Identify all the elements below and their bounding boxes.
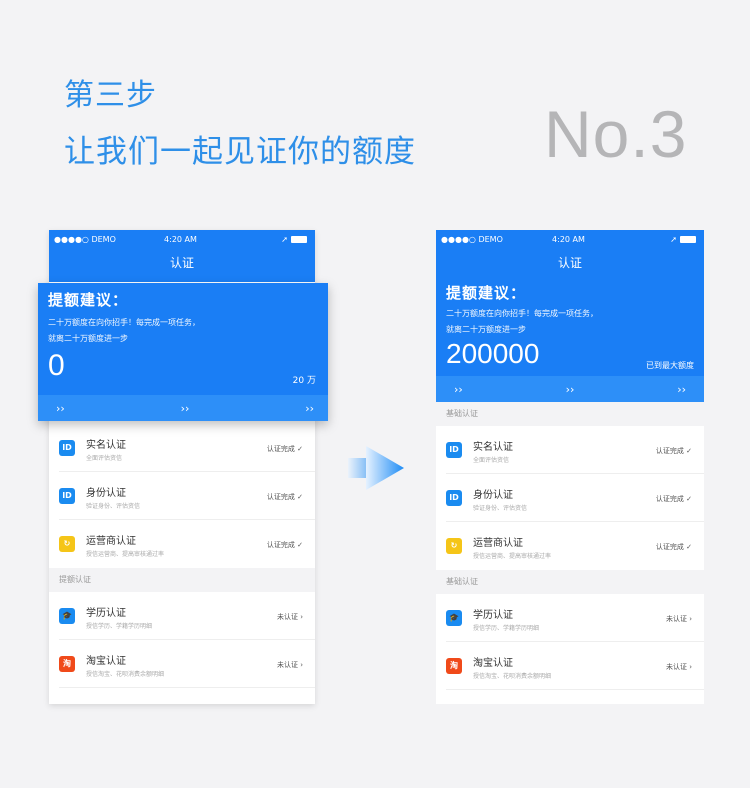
list-item[interactable]: 🎓 学历认证 授信学历、学籍学历明细 未认证 ›: [59, 592, 315, 640]
item-desc: 授信运营商、提高审核通过率: [86, 551, 165, 558]
taobao-icon: 淘: [446, 658, 462, 674]
progress-strip: ›› ›› ››: [436, 376, 704, 402]
nav-title: 认证: [557, 256, 582, 270]
list-item[interactable]: ID 身份认证 验证身份、评估资信 认证完成 ✓: [59, 472, 315, 520]
hero-desc-2: 就离二十万额度进一步: [48, 334, 128, 343]
quota-amount: 200000: [446, 338, 540, 369]
id-card-icon: ID: [446, 490, 462, 506]
item-status: 认证完成 ✓: [655, 447, 692, 455]
step-number: No.3: [544, 97, 688, 171]
phone-after: ●●●●○ DEMO 4:20 AM ➚ 认证 提额建议： 二十万额度在向你招手…: [436, 230, 704, 704]
quota-max: 20 万: [292, 376, 316, 386]
status-time: 4:20 AM: [164, 234, 197, 244]
item-title: 运营商认证: [86, 536, 136, 547]
item-title: 运营商认证: [473, 538, 523, 549]
quota-max: 已到最大额度: [646, 361, 694, 370]
refresh-icon: ↻: [446, 538, 462, 554]
item-status: 未认证 ›: [665, 663, 692, 671]
item-title: 身份认证: [473, 490, 513, 501]
item-status: 认证完成 ✓: [655, 495, 692, 503]
item-title: 实名认证: [86, 440, 126, 451]
refresh-icon: ↻: [59, 536, 75, 552]
item-title: 学历认证: [86, 608, 126, 619]
hero-title: 提额建议：: [48, 291, 129, 309]
list-item[interactable]: ID 身份认证 验证身份、评估资信 认证完成 ✓: [446, 474, 704, 522]
item-desc: 授信淘宝、花呗消费余额明细: [473, 673, 552, 680]
list-item[interactable]: 淘 淘宝认证 授信淘宝、花呗消费余额明细 未认证 ›: [446, 642, 704, 690]
list-item[interactable]: 淘 淘宝认证 授信淘宝、花呗消费余额明细 未认证 ›: [59, 640, 315, 688]
list-item[interactable]: ID 实名认证 全面评估资信 认证完成 ✓: [59, 424, 315, 472]
hero-desc-1: 二十万额度在向你招手！每完成一项任务，: [48, 318, 200, 327]
list-item[interactable]: ↻ 运营商认证 授信运营商、提高审核通过率 认证完成 ✓: [446, 522, 704, 570]
status-bar: ●●●●○ DEMO 4:20 AM ➚: [441, 233, 696, 245]
step-subtitle: 让我们一起见证你的额度: [64, 134, 416, 170]
id-card-icon: ID: [59, 488, 75, 504]
item-desc: 验证身份、评估资信: [473, 505, 528, 512]
auth-list: ID 实名认证 全面评估资信 认证完成 ✓ ID 身份认证 验证身份、评估资信 …: [49, 424, 315, 688]
item-desc: 授信学历、学籍学历明细: [473, 625, 540, 632]
chevron-right-icon: ››: [180, 401, 190, 415]
item-status: 未认证 ›: [665, 615, 692, 623]
quota-card: 提额建议： 二十万额度在向你招手！每完成一项任务， 就离二十万额度进一步 200…: [436, 282, 704, 402]
graduation-cap-icon: 🎓: [59, 608, 75, 624]
quota-card: 提额建议： 二十万额度在向你招手！每完成一项任务， 就离二十万额度进一步 0 2…: [38, 283, 328, 421]
list-item[interactable]: ↻ 运营商认证 授信运营商、提高审核通过率 认证完成 ✓: [59, 520, 315, 568]
item-status: 认证完成 ✓: [266, 445, 303, 453]
item-status: 认证完成 ✓: [655, 543, 692, 551]
list-item[interactable]: 🎓 学历认证 授信学历、学籍学历明细 未认证 ›: [446, 594, 704, 642]
taobao-icon: 淘: [59, 656, 75, 672]
chevron-right-icon: ››: [454, 382, 463, 396]
item-desc: 授信淘宝、花呗消费余额明细: [86, 671, 165, 678]
hero-desc-2: 就离二十万额度进一步: [446, 325, 526, 334]
item-desc: 授信学历、学籍学历明细: [86, 623, 153, 630]
progress-strip: ›› ›› ››: [38, 395, 328, 421]
item-desc: 全面评估资信: [86, 455, 123, 462]
status-bar: ●●●●○ DEMO 4:20 AM ➚: [54, 233, 307, 245]
chevron-right-icon: ››: [305, 401, 314, 415]
section-header-basic-2: 基础认证: [436, 570, 704, 594]
item-status: 未认证 ›: [276, 661, 303, 669]
id-card-icon: ID: [59, 440, 75, 456]
nav-bar: ●●●●○ DEMO 4:20 AM ➚ 认证: [49, 230, 315, 282]
item-status: 认证完成 ✓: [266, 493, 303, 501]
nav-bar: ●●●●○ DEMO 4:20 AM ➚ 认证: [436, 230, 704, 282]
chevron-right-icon: ››: [677, 382, 686, 396]
section-header-boost: 提额认证: [49, 568, 315, 592]
item-title: 学历认证: [473, 610, 513, 621]
item-status: 未认证 ›: [276, 613, 303, 621]
quota-amount: 0: [48, 349, 65, 382]
graduation-cap-icon: 🎓: [446, 610, 462, 626]
step-label: 第三步: [64, 78, 157, 113]
item-desc: 全面评估资信: [473, 457, 510, 464]
item-desc: 授信运营商、提高审核通过率: [473, 553, 552, 560]
hero-desc-1: 二十万额度在向你招手！每完成一项任务，: [446, 309, 598, 318]
right-arrow-icon: [348, 446, 404, 490]
item-desc: 验证身份、评估资信: [86, 503, 141, 510]
auth-list: 基础认证 ID 实名认证 全面评估资信 认证完成 ✓ ID 身份认证 验证身份、…: [436, 402, 704, 690]
chevron-right-icon: ››: [565, 382, 575, 396]
hero-title: 提额建议：: [446, 284, 527, 302]
nav-title: 认证: [169, 256, 194, 270]
status-time: 4:20 AM: [552, 234, 585, 244]
id-card-icon: ID: [446, 442, 462, 458]
list-item[interactable]: ID 实名认证 全面评估资信 认证完成 ✓: [446, 426, 704, 474]
item-status: 认证完成 ✓: [266, 541, 303, 549]
item-title: 淘宝认证: [473, 658, 513, 669]
chevron-right-icon: ››: [56, 401, 65, 415]
section-header-basic: 基础认证: [436, 402, 704, 426]
item-title: 淘宝认证: [86, 656, 126, 667]
item-title: 实名认证: [473, 442, 513, 453]
item-title: 身份认证: [86, 488, 126, 499]
